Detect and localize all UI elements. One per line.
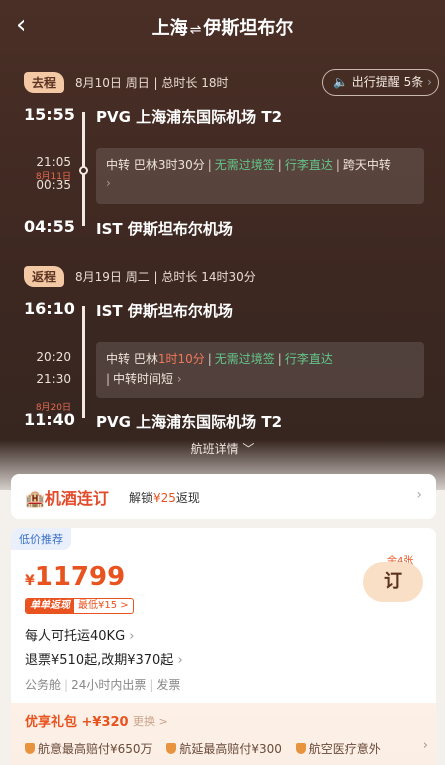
outbound-transfer-info[interactable]: 中转 巴林3时30分 | 无需过境签 | 行李直达 | 跨天中转 › (96, 148, 424, 204)
gift-package[interactable]: 优享礼包 +¥320 更换 > 航意最高赔付¥650万 航延最高赔付¥300 航… (11, 703, 436, 765)
return-transfer-info[interactable]: 中转 巴林1时10分 | 无需过境签 | 行李直达 | 中转时间短 › (96, 342, 424, 398)
bundle-promo-card[interactable]: 🏨机酒连订 解锁¥25返现 › (11, 474, 436, 519)
transfer-note: 中转时间短 (113, 372, 174, 386)
chevron-right-icon: › (427, 75, 432, 89)
travel-reminder-label: 出行提醒 5条 (351, 75, 424, 89)
outbound-info: 8月10日 周日 | 总时长 18时 (75, 76, 229, 90)
outbound-arr-airport: IST 伊斯坦布尔机场 (96, 220, 233, 238)
transfer-duration: 1时10分 (157, 352, 205, 366)
travel-reminder-button[interactable]: 🔈 出行提醒 5条 › (322, 69, 439, 96)
gift-item: 航意最高赔付¥650万 (25, 742, 153, 756)
transfer-note: 跨天中转 (342, 158, 391, 172)
transfer-visa: 无需过境签 (214, 158, 275, 172)
return-badge: 返程 (24, 266, 65, 287)
book-button[interactable]: 订 (363, 562, 423, 602)
bundle-brand: 🏨机酒连订 (25, 489, 109, 508)
fare-features: 公务舱 | 24小时内出票 | 发票 (25, 678, 181, 692)
outbound-badge: 去程 (24, 72, 65, 93)
speaker-icon: 🔈 (333, 75, 348, 89)
outbound-transfer-dep-time: 00:35 (36, 178, 71, 192)
transfer-city: 中转 巴林3时30分 (106, 158, 205, 172)
chevron-right-icon: › (176, 372, 182, 386)
gift-change-link[interactable]: 更换 > (133, 713, 168, 729)
title-from: 上海 (151, 18, 188, 39)
gift-item: 航延最高赔付¥300 (166, 742, 282, 756)
return-transfer-arr-time: 20:20 (36, 350, 71, 364)
chevron-right-icon: › (416, 487, 422, 503)
transfer-city: 中转 巴林 (106, 352, 158, 366)
outbound-arr-time: 04:55 (24, 217, 75, 236)
return-info: 8月19日 周二 | 总时长 14时30分 (75, 270, 256, 284)
return-transfer-dep-time: 21:30 (36, 372, 71, 386)
chevron-right-icon: › (106, 176, 111, 190)
hotel-icon: 🏨 (25, 489, 45, 508)
shield-icon (25, 743, 35, 754)
bundle-promo-text: 解锁¥25返现 (129, 491, 200, 505)
return-timeline (82, 306, 85, 418)
transfer-visa: 无需过境签 (214, 352, 275, 366)
cashback-tag[interactable]: 单单返现 最低¥15 > (25, 598, 134, 614)
return-dep-time: 16:10 (24, 299, 75, 318)
return-arr-time: 11:40 (24, 410, 75, 429)
low-price-tag: 低价推荐 (11, 528, 71, 550)
round-trip-icon: ⇌ (189, 22, 202, 38)
flight-summary-panel: ‹ 上海 ⇌ 伊斯坦布尔 去程 8月10日 周日 | 总时长 18时 🔈 出行提醒 … (0, 0, 445, 490)
return-arr-airport: PVG 上海浦东国际机场 T2 (96, 413, 283, 431)
flight-details-link[interactable]: 航班详情 ﹀ (0, 440, 445, 457)
refund-change-policy[interactable]: 退票¥510起,改期¥370起 › (25, 649, 183, 668)
transfer-luggage: 行李直达 (284, 352, 333, 366)
transfer-luggage: 行李直达 (284, 158, 333, 172)
title-to: 伊斯坦布尔 (203, 18, 294, 39)
baggage-allowance[interactable]: 每人可托运40KG › (25, 625, 135, 644)
page-title: 上海 ⇌ 伊斯坦布尔 (0, 14, 445, 40)
gift-items: 航意最高赔付¥650万 航延最高赔付¥300 航空医疗意外 (25, 740, 425, 757)
outbound-dep-time: 15:55 (24, 105, 75, 124)
gift-title: 优享礼包 +¥320 (25, 715, 129, 730)
outbound-dep-airport: PVG 上海浦东国际机场 T2 (96, 108, 283, 126)
fare-price: ¥11799 (25, 562, 126, 592)
shield-icon (166, 743, 177, 754)
shield-icon (295, 743, 306, 754)
chevron-right-icon: › (422, 738, 428, 753)
transfer-dot (79, 166, 88, 175)
gift-item: 航空医疗意外 (295, 742, 381, 756)
fare-offer-card: 低价推荐 ¥11799 余4张 订 单单返现最低¥15 > 每人可托运40KG … (11, 528, 436, 765)
return-dep-airport: IST 伊斯坦布尔机场 (96, 302, 233, 320)
outbound-transfer-arr-time: 21:05 (36, 155, 71, 169)
